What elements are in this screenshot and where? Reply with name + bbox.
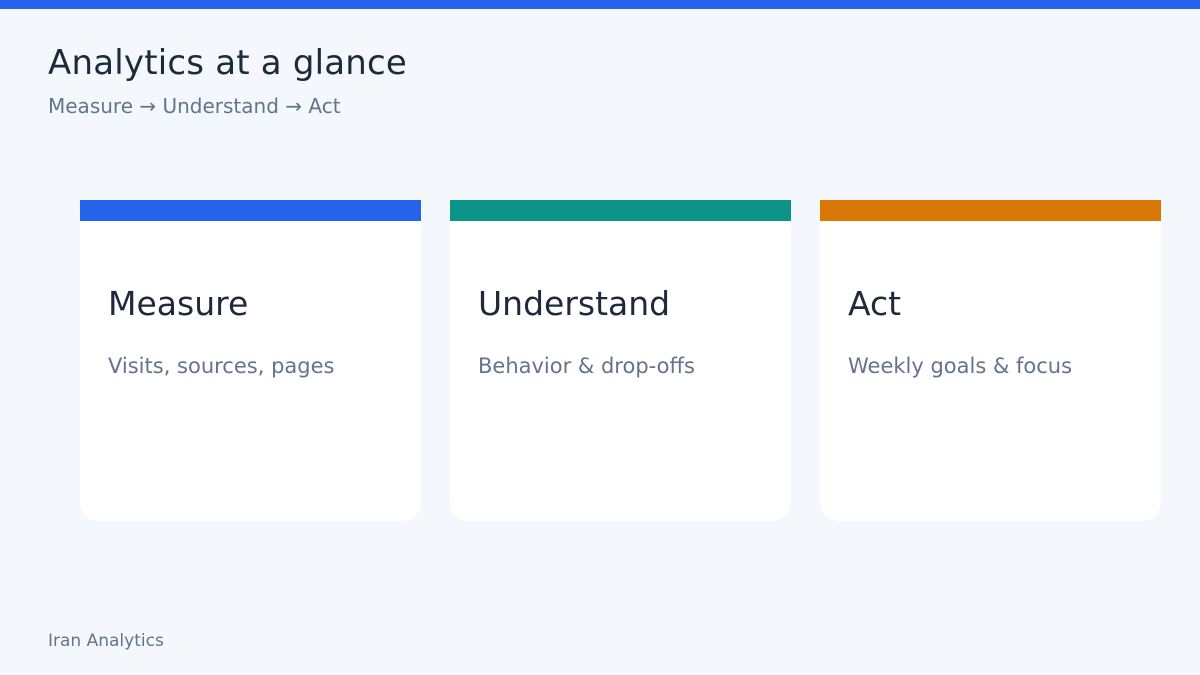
card-title: Act: [848, 284, 902, 323]
footer-brand: Iran Analytics: [48, 631, 164, 651]
card-accent-bar: [450, 200, 791, 221]
card-accent-bar: [80, 200, 421, 221]
page-subtitle: Measure → Understand → Act: [48, 94, 341, 118]
card-act: Act Weekly goals & focus: [820, 200, 1161, 521]
card-title: Measure: [108, 284, 249, 323]
card-understand: Understand Behavior & drop-offs: [450, 200, 791, 521]
card-description: Behavior & drop-offs: [478, 354, 695, 378]
page-title: Analytics at a glance: [48, 43, 408, 83]
top-accent-bar: [0, 0, 1200, 9]
card-description: Weekly goals & focus: [848, 354, 1073, 378]
card-accent-bar: [820, 200, 1161, 221]
card-description: Visits, sources, pages: [108, 354, 335, 378]
card-measure: Measure Visits, sources, pages: [80, 200, 421, 521]
card-title: Understand: [478, 284, 671, 323]
